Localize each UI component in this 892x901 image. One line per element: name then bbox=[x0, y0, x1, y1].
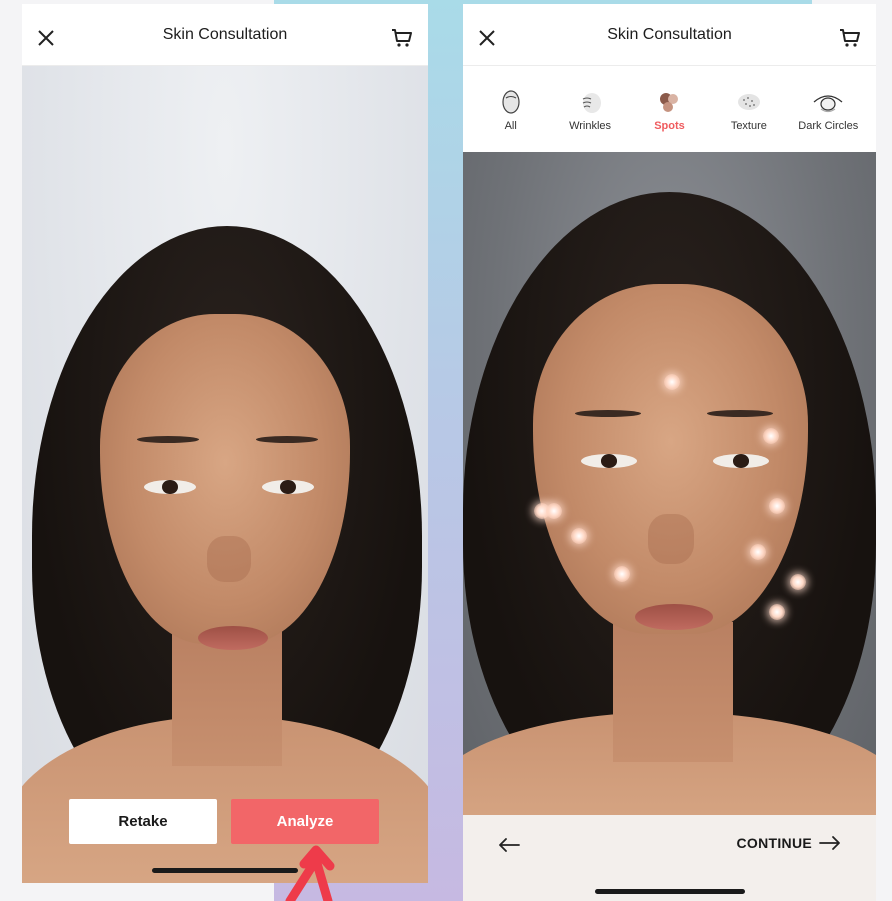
spot-marker[interactable] bbox=[614, 566, 630, 582]
tab-label: Dark Circles bbox=[798, 120, 859, 132]
spot-marker[interactable] bbox=[664, 374, 680, 390]
page-title: Skin Consultation bbox=[607, 25, 732, 43]
pointer-arrow-icon bbox=[285, 845, 335, 901]
wrinkles-icon bbox=[582, 93, 602, 113]
left-brow bbox=[575, 410, 641, 417]
header: Skin Consultation bbox=[463, 4, 876, 66]
tab-label: All bbox=[504, 120, 517, 132]
spot-marker[interactable] bbox=[763, 428, 779, 444]
close-icon[interactable] bbox=[475, 26, 499, 50]
analyze-button[interactable]: Analyze bbox=[231, 799, 379, 844]
eye-icon bbox=[813, 95, 843, 113]
cart-icon[interactable] bbox=[390, 26, 414, 50]
spot-marker[interactable] bbox=[790, 574, 806, 590]
tab-texture[interactable]: Texture bbox=[710, 88, 788, 152]
nose-shape bbox=[648, 514, 694, 564]
capture-screen: Skin Consultation Retake Analyze bbox=[22, 4, 428, 883]
home-indicator[interactable] bbox=[595, 889, 745, 894]
lips-shape bbox=[198, 626, 268, 650]
tab-label: Spots bbox=[654, 120, 685, 132]
face-shape bbox=[100, 314, 350, 644]
left-eye bbox=[144, 480, 196, 494]
page-title: Skin Consultation bbox=[162, 25, 288, 43]
arrow-left-icon[interactable] bbox=[497, 837, 521, 853]
spot-marker[interactable] bbox=[546, 503, 562, 519]
tab-spots[interactable]: Spots bbox=[630, 88, 708, 152]
right-brow bbox=[256, 436, 318, 443]
right-brow bbox=[707, 410, 773, 417]
continue-label: CONTINUE bbox=[736, 835, 812, 851]
cart-icon[interactable] bbox=[838, 26, 862, 50]
tab-dark-circles[interactable]: Dark Circles bbox=[789, 88, 867, 152]
nose-shape bbox=[207, 536, 251, 582]
face-photo bbox=[22, 66, 428, 883]
spots-icon bbox=[660, 93, 679, 112]
tab-label: Wrinkles bbox=[569, 120, 612, 132]
texture-icon bbox=[737, 94, 760, 110]
continue-button[interactable]: CONTINUE bbox=[736, 835, 842, 851]
header: Skin Consultation bbox=[22, 4, 428, 66]
left-eye bbox=[581, 454, 637, 468]
concern-tabs: All Wrinkles Spots Texture Dark Circles bbox=[463, 66, 876, 152]
face-outline-icon bbox=[502, 90, 520, 114]
close-icon[interactable] bbox=[34, 26, 58, 50]
spot-marker[interactable] bbox=[769, 498, 785, 514]
bottom-navigation: CONTINUE bbox=[463, 815, 876, 901]
right-eye bbox=[713, 454, 769, 468]
retake-button[interactable]: Retake bbox=[69, 799, 217, 844]
lips-shape bbox=[635, 604, 713, 630]
tab-label: Texture bbox=[730, 120, 767, 132]
analyzed-face-photo bbox=[463, 152, 876, 815]
spot-marker[interactable] bbox=[750, 544, 766, 560]
right-eye bbox=[262, 480, 314, 494]
tab-all[interactable]: All bbox=[472, 88, 550, 152]
arrow-right-icon bbox=[819, 836, 840, 850]
analysis-screen: Skin Consultation All Wrinkles Spots Tex… bbox=[463, 4, 876, 901]
spot-marker[interactable] bbox=[769, 604, 785, 620]
tab-wrinkles[interactable]: Wrinkles bbox=[551, 88, 629, 152]
spot-marker[interactable] bbox=[571, 528, 587, 544]
left-brow bbox=[137, 436, 199, 443]
neck-shape bbox=[613, 622, 733, 762]
